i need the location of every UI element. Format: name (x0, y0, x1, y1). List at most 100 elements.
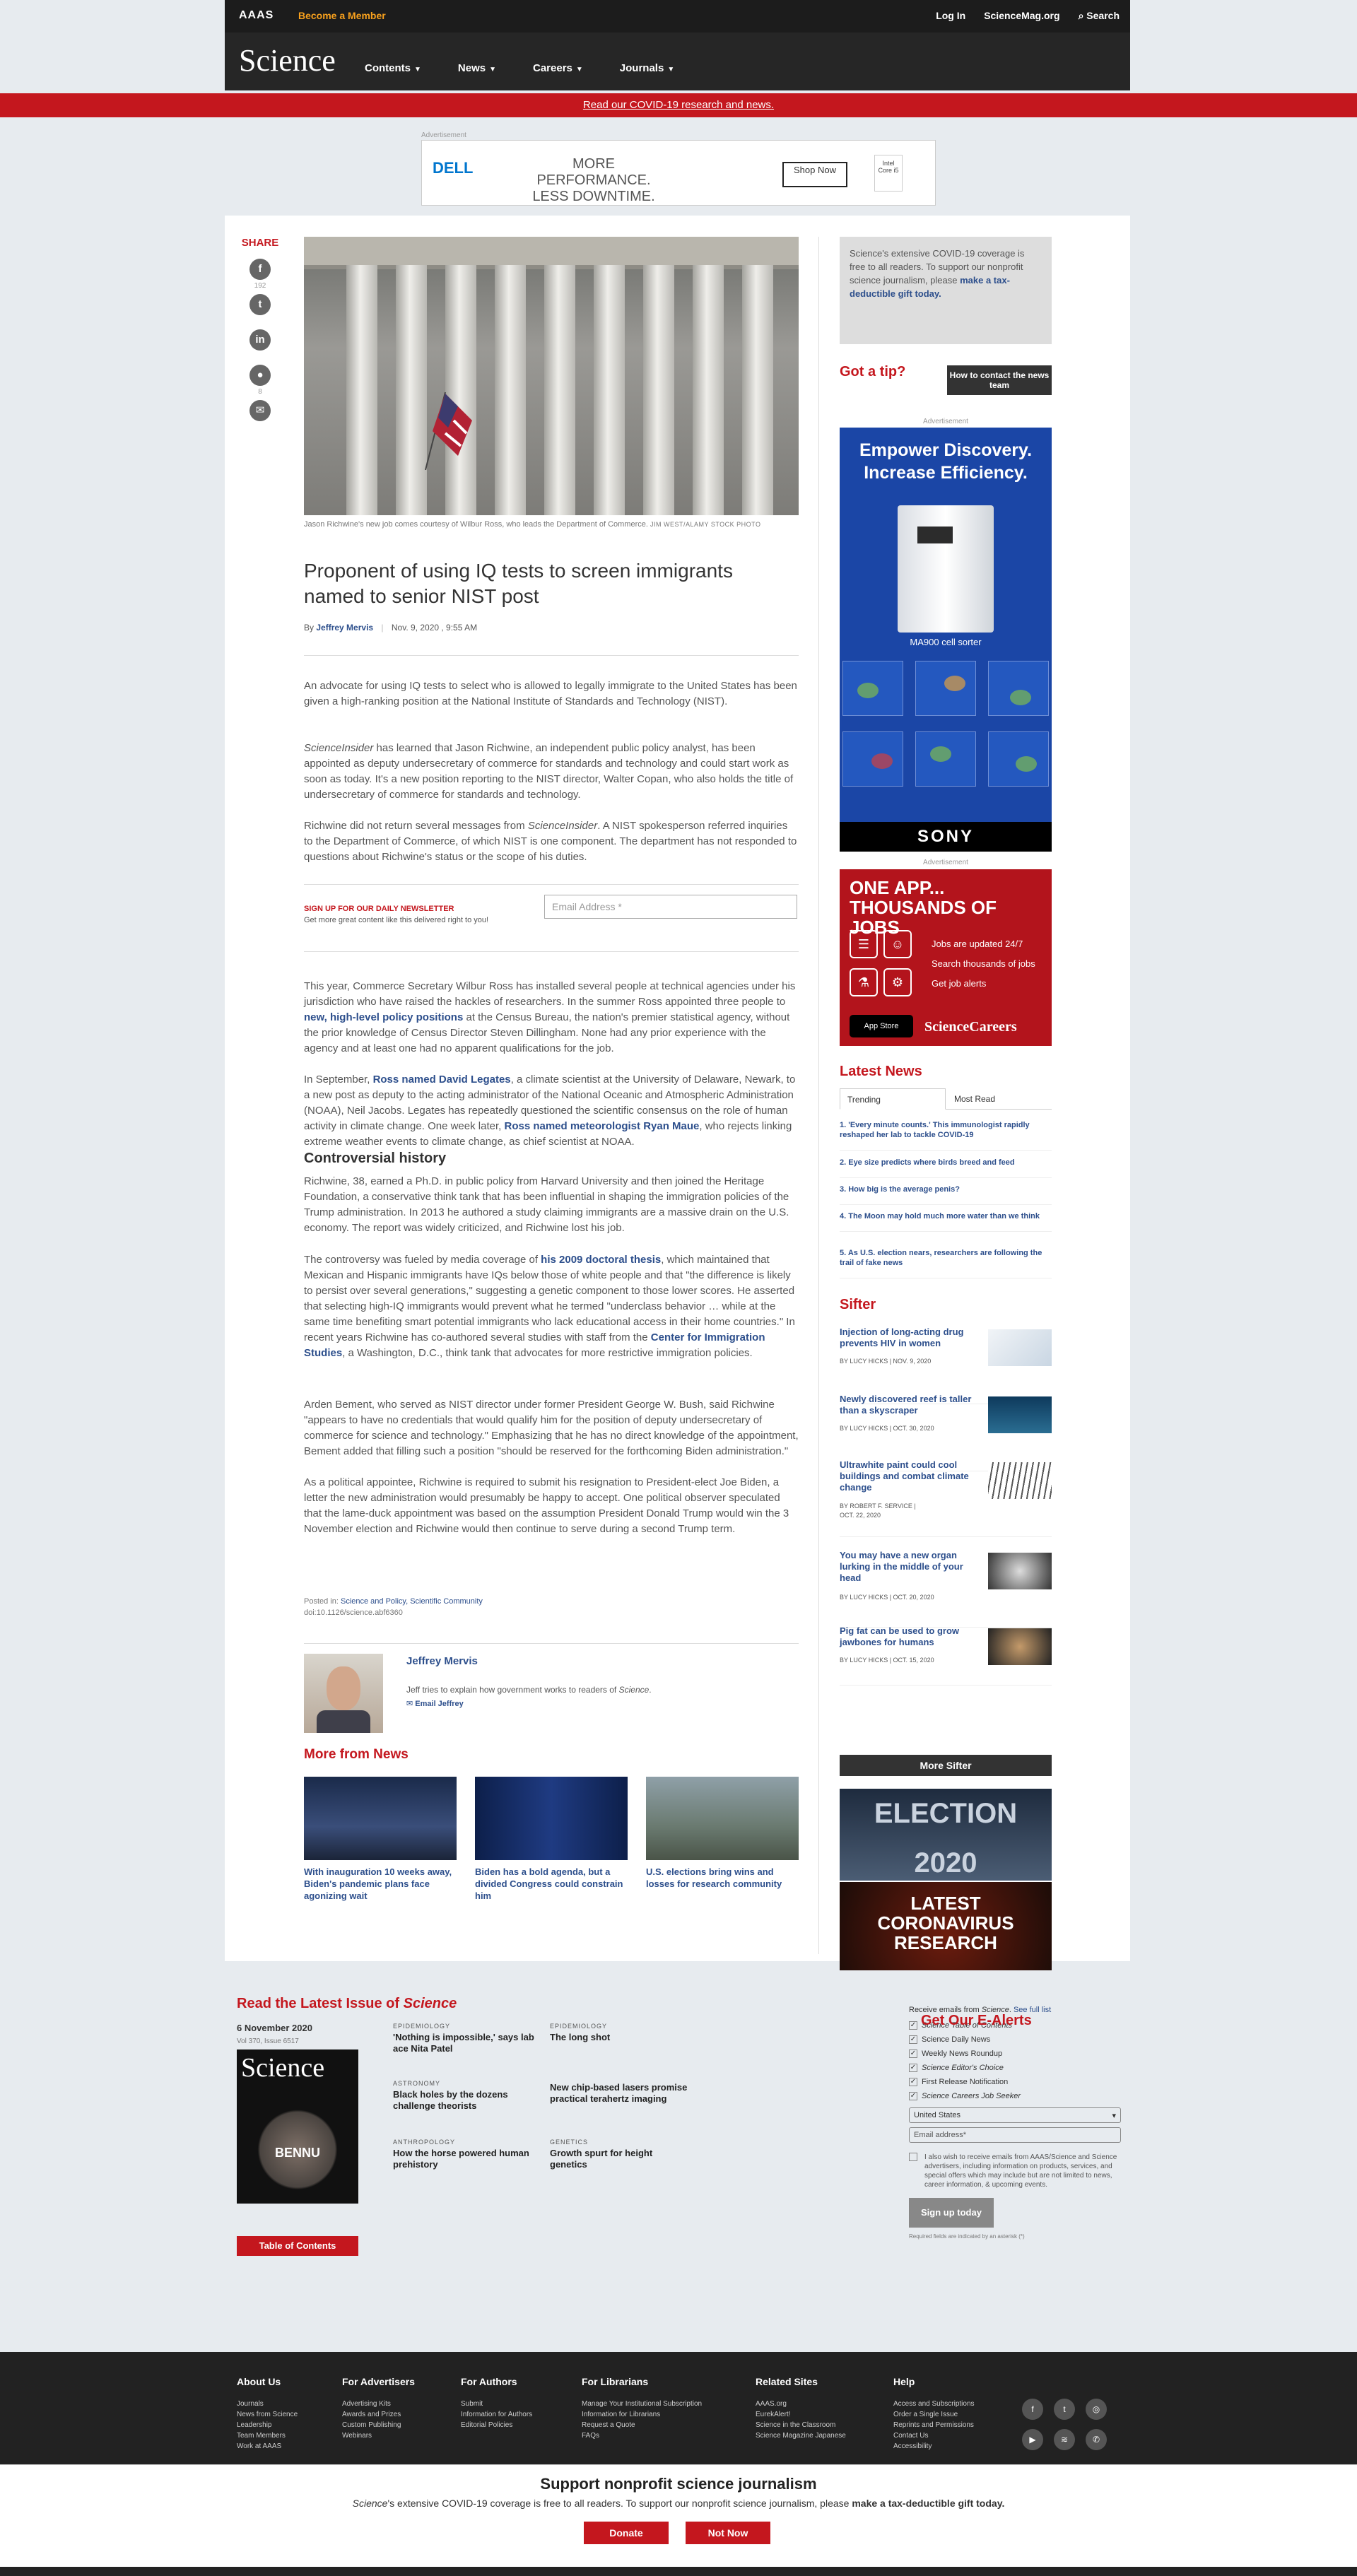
news-item-title[interactable]: U.S. elections bring wins and losses for… (646, 1866, 799, 1890)
newsletter-email-input[interactable]: Email Address * (544, 895, 797, 919)
coronavirus-research-banner[interactable]: LATEST CORONAVIRUS RESEARCH (840, 1882, 1052, 1970)
sciencemag-link[interactable]: ScienceMag.org (984, 10, 1059, 22)
share-bar: SHARE f 192 t in ● 8 ✉ (239, 237, 281, 421)
latest-issue-heading: Read the Latest Issue of Science (237, 1996, 457, 2011)
alerts-email-input[interactable]: Email address* (909, 2127, 1121, 2143)
sifter-title[interactable]: Pig fat can be used to grow jawbones for… (840, 1625, 974, 1648)
maue-link[interactable]: Ross named meteorologist Ryan Maue (504, 1120, 699, 1132)
science-logo[interactable]: Science (239, 42, 336, 78)
sign-up-button[interactable]: Sign up today (909, 2198, 994, 2228)
issue-item[interactable]: New chip-based lasers promise practical … (550, 2080, 691, 2105)
sony-advertisement[interactable]: Empower Discovery. Increase Efficiency. … (840, 428, 1052, 852)
legates-link[interactable]: Ross named David Legates (373, 1074, 511, 1086)
issue-item[interactable]: ASTRONOMY Black holes by the dozens chall… (393, 2080, 534, 2112)
more-from-news: More from News With inauguration 10 week… (304, 1747, 799, 1901)
sifter-title[interactable]: Newly discovered reef is taller than a s… (840, 1394, 974, 1416)
news-item-title[interactable]: Biden has a bold agenda, but a divided C… (475, 1866, 628, 1902)
twitter-icon[interactable]: t (1054, 2399, 1075, 2420)
facebook-icon[interactable]: f (249, 259, 271, 280)
wechat-icon[interactable]: ✆ (1086, 2429, 1107, 2450)
more-sifter-button[interactable]: More Sifter (840, 1755, 1052, 1776)
election-2020-banner[interactable]: ELECTION 2020 (840, 1789, 1052, 1881)
facebook-icon[interactable]: f (1022, 2399, 1043, 2420)
support-text: Science's extensive COVID-19 coverage is… (352, 2498, 1005, 2509)
aaas-logo[interactable]: AAAS (239, 9, 274, 22)
gear-icon: ⚙ (883, 968, 912, 996)
not-now-button[interactable]: Not Now (686, 2522, 770, 2544)
rss-icon[interactable]: ≋ (1054, 2429, 1075, 2450)
sifter-item[interactable]: Injection of long-acting drug prevents H… (840, 1327, 1052, 1404)
hero-caption: Jason Richwine's new job comes courtesy … (304, 519, 799, 530)
nav-contents[interactable]: Contents ▼ (365, 62, 421, 74)
issue-item[interactable]: EPIDEMIOLOGY The long shot (550, 2023, 691, 2043)
ad-label: Advertisement (923, 418, 968, 425)
twitter-icon[interactable]: t (249, 294, 271, 315)
thesis-link[interactable]: his 2009 doctoral thesis (541, 1254, 661, 1266)
hero-image (304, 237, 799, 515)
cell-sorter-image (898, 505, 994, 633)
alert-checkbox[interactable]: ✓ Science Careers Job Seeker (909, 2089, 1121, 2103)
paragraph: Richwine, 38, earned a Ph.D. in public p… (304, 1175, 789, 1234)
latest-news-tabs: Trending Most Read (840, 1088, 1052, 1110)
top-bar: AAAS Become a Member Log In ScienceMag.o… (225, 0, 1130, 33)
issue-item[interactable]: EPIDEMIOLOGY 'Nothing is impossible,' say… (393, 2023, 534, 2054)
trending-item[interactable]: 3. How big is the average penis? (840, 1184, 1052, 1205)
trending-item[interactable]: 4. The Moon may hold much more water tha… (840, 1211, 1052, 1232)
more-news-item[interactable]: Biden has a bold agenda, but a divided C… (475, 1777, 628, 1902)
country-select[interactable]: United States ▾ (909, 2107, 1121, 2123)
more-news-item[interactable]: With inauguration 10 weeks away, Biden's… (304, 1777, 457, 1902)
reddit-icon[interactable]: ● (249, 365, 271, 386)
sifter-item[interactable]: Ultrawhite paint could cool buildings an… (840, 1459, 1052, 1537)
alert-checkbox[interactable]: ✓ Weekly News Roundup (909, 2047, 1121, 2061)
news-item-title[interactable]: With inauguration 10 weeks away, Biden's… (304, 1866, 457, 1902)
author-link[interactable]: Jeffrey Mervis (316, 623, 373, 633)
policy-positions-link[interactable]: new, high-level policy positions (304, 1011, 463, 1023)
top-advertisement[interactable]: DELL MORE PERFORMANCE. LESS DOWNTIME. Sh… (421, 140, 936, 206)
category-links[interactable]: Science and Policy, Scientific Community (341, 1597, 483, 1606)
donate-button[interactable]: Donate (584, 2522, 669, 2544)
author-name-link[interactable]: Jeffrey Mervis (406, 1655, 478, 1667)
search-link[interactable]: ⌕ Search (1079, 10, 1120, 22)
alert-checkbox[interactable]: ✓ Science Daily News (909, 2033, 1121, 2047)
alert-checkbox[interactable]: ✓ Science Editor's Choice (909, 2061, 1121, 2075)
sifter-title[interactable]: You may have a new organ lurking in the … (840, 1550, 974, 1584)
trending-item[interactable]: 5. As U.S. election nears, researchers a… (840, 1248, 1052, 1278)
issue-cover[interactable]: Science BENNU (237, 2049, 358, 2204)
ad-message: MORE PERFORMANCE. LESS DOWNTIME. (532, 156, 655, 204)
linkedin-icon[interactable]: in (249, 329, 271, 351)
tab-trending[interactable]: Trending (840, 1088, 946, 1110)
nav-careers[interactable]: Careers ▼ (533, 62, 583, 74)
sifter-title[interactable]: Ultrawhite paint could cool buildings an… (840, 1459, 974, 1493)
more-news-item[interactable]: U.S. elections bring wins and losses for… (646, 1777, 799, 1890)
table-of-contents-button[interactable]: Table of Contents (237, 2236, 358, 2256)
trending-item[interactable]: 1. 'Every minute counts.' This immunolog… (840, 1120, 1052, 1151)
sifter-title[interactable]: Injection of long-acting drug prevents H… (840, 1327, 974, 1349)
app-store-badge[interactable]: App Store (850, 1015, 913, 1037)
sifter-thumbnail (988, 1329, 1052, 1366)
contact-news-team-button[interactable]: How to contact the news team (947, 365, 1052, 395)
sifter-item[interactable]: You may have a new organ lurking in the … (840, 1550, 1052, 1628)
sifter-item[interactable]: Pig fat can be used to grow jawbones for… (840, 1625, 1052, 1686)
youtube-icon[interactable]: ▶ (1022, 2429, 1043, 2450)
email-author-link[interactable]: ✉ Email Jeffrey (406, 1699, 464, 1708)
login-link[interactable]: Log In (936, 10, 965, 22)
nav-news[interactable]: News ▼ (458, 62, 496, 74)
paragraph: ScienceInsider has learned that Jason Ri… (304, 742, 794, 801)
trending-item[interactable]: 2. Eye size predicts where birds breed a… (840, 1158, 1052, 1178)
section-heading: Controversial history (304, 1151, 447, 1166)
instagram-icon[interactable]: ◎ (1086, 2399, 1107, 2420)
shop-now-button[interactable]: Shop Now (782, 162, 847, 187)
issue-item[interactable]: GENETICS Growth spurt for height genetics (550, 2139, 691, 2170)
tab-most-read[interactable]: Most Read (947, 1088, 1002, 1110)
covid-banner-link[interactable]: Read our COVID-19 research and news. (0, 93, 1357, 117)
become-member-link[interactable]: Become a Member (298, 10, 386, 21)
science-careers-advertisement[interactable]: ONE APP... THOUSANDS OF JOBS ☰ ☺ ⚗ ⚙ Jobs… (840, 869, 1052, 1046)
footer-authors: For Authors Submit Information for Author… (461, 2376, 533, 2429)
email-icon[interactable]: ✉ (249, 400, 271, 421)
clipboard-icon: ☰ (850, 930, 878, 958)
nav-journals[interactable]: Journals ▼ (620, 62, 674, 74)
alert-checkbox[interactable]: ✓ First Release Notification (909, 2075, 1121, 2089)
consent-checkbox[interactable]: I also wish to receive emails from AAAS/… (909, 2153, 1121, 2189)
envelope-icon: ✉ (406, 1700, 416, 1708)
issue-item[interactable]: ANTHROPOLOGY How the horse powered human … (393, 2139, 534, 2170)
